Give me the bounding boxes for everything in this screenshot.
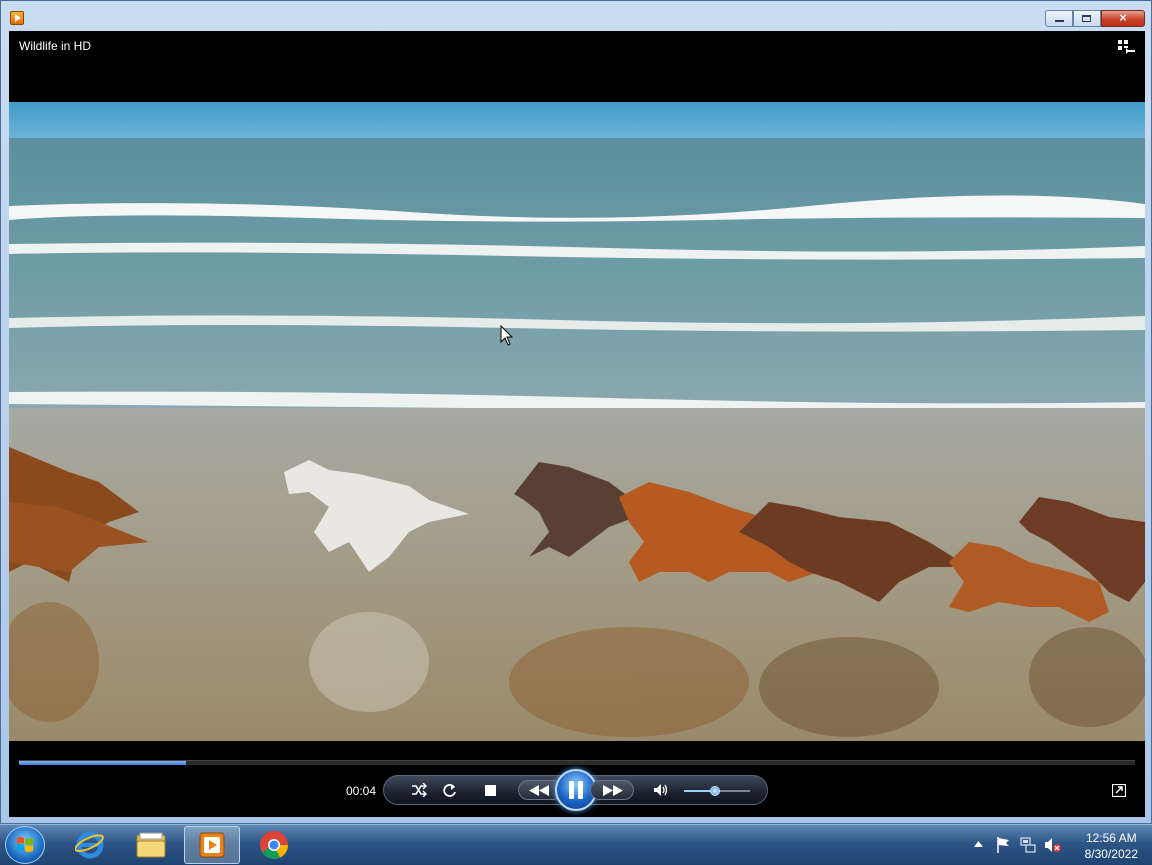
internet-explorer-icon bbox=[75, 831, 104, 859]
video-frame[interactable] bbox=[9, 102, 1145, 741]
media-player-icon[interactable] bbox=[10, 11, 24, 25]
clock-time: 12:56 AM bbox=[1085, 831, 1137, 845]
taskbar-windows-explorer[interactable] bbox=[123, 826, 179, 864]
shuffle-button[interactable] bbox=[408, 776, 430, 804]
seek-progress bbox=[19, 761, 187, 765]
rewind-icon bbox=[529, 785, 549, 796]
fullscreen-icon[interactable] bbox=[1112, 784, 1126, 797]
window-controls: × bbox=[1045, 10, 1145, 27]
clock[interactable]: 12:56 AM 8/30/2022 bbox=[1085, 830, 1138, 862]
mute-button[interactable] bbox=[650, 776, 672, 804]
seek-bar[interactable] bbox=[19, 760, 1135, 765]
next-button[interactable] bbox=[590, 780, 634, 800]
minimize-button[interactable] bbox=[1045, 10, 1073, 27]
switch-to-library-icon[interactable] bbox=[1118, 40, 1135, 54]
speaker-icon bbox=[654, 784, 668, 796]
repeat-icon bbox=[442, 783, 456, 797]
close-icon: × bbox=[1119, 10, 1127, 25]
volume-muted-icon[interactable] bbox=[1044, 837, 1062, 853]
taskbar-windows-media-player[interactable] bbox=[184, 826, 240, 864]
folder-icon bbox=[136, 832, 166, 858]
stop-icon bbox=[484, 784, 496, 796]
shuffle-icon bbox=[412, 783, 427, 797]
mouse-pointer-icon bbox=[500, 325, 514, 346]
windows-logo-icon bbox=[17, 837, 33, 852]
video-title: Wildlife in HD bbox=[19, 39, 92, 53]
taskbar-internet-explorer[interactable] bbox=[62, 826, 118, 864]
close-button[interactable]: × bbox=[1101, 10, 1145, 27]
elapsed-time: 00:04 bbox=[346, 784, 377, 798]
system-tray: 12:56 AM 8/30/2022 bbox=[962, 825, 1152, 865]
title-bar[interactable]: × bbox=[1, 1, 1151, 31]
media-player-window: × Wildlife in HD 00:04 bbox=[0, 0, 1152, 824]
player-area: Wildlife in HD 00:04 bbox=[9, 31, 1145, 817]
network-icon[interactable] bbox=[1020, 837, 1036, 853]
show-hidden-icons-icon[interactable] bbox=[974, 841, 983, 847]
taskbar-google-chrome[interactable] bbox=[246, 826, 302, 864]
pause-icon bbox=[569, 781, 583, 799]
volume-slider-knob[interactable] bbox=[710, 786, 720, 796]
repeat-button[interactable] bbox=[438, 776, 460, 804]
action-center-flag-icon[interactable] bbox=[996, 837, 1010, 853]
stop-button[interactable] bbox=[479, 776, 501, 804]
playback-controls bbox=[383, 769, 768, 811]
media-player-icon bbox=[199, 832, 225, 858]
chrome-icon bbox=[260, 831, 288, 859]
taskbar: 12:56 AM 8/30/2022 bbox=[0, 824, 1152, 865]
volume-slider[interactable] bbox=[684, 786, 750, 796]
fast-forward-icon bbox=[603, 785, 623, 796]
maximize-button[interactable] bbox=[1073, 10, 1101, 27]
clock-date: 8/30/2022 bbox=[1084, 847, 1138, 861]
start-button[interactable] bbox=[5, 826, 45, 864]
